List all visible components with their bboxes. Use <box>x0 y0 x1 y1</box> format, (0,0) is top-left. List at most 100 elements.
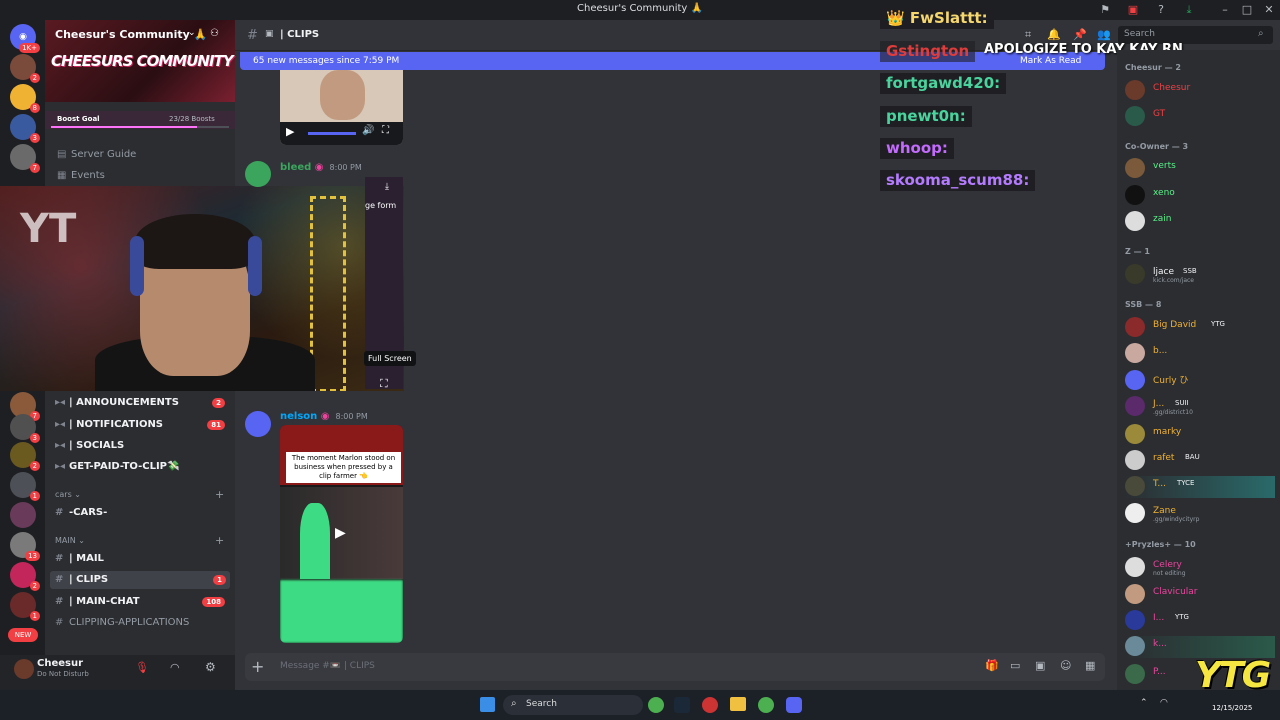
notification-bell-icon[interactable]: 🔔 <box>1047 28 1061 41</box>
message-time: 8:00 PM <box>335 412 368 421</box>
video-controls: ▶ 🔊 ⛶ <box>280 122 403 145</box>
events[interactable]: ▦ Events <box>57 167 105 185</box>
fullscreen-icon[interactable]: ⛶ <box>380 377 388 391</box>
channel-announcements[interactable]: ▸◂ | ANNOUNCEMENTS 2 <box>55 394 225 412</box>
server-guide[interactable]: ▤ Server Guide <box>57 146 136 164</box>
message-author[interactable]: nelson ◉ 8:00 PM <box>280 411 368 422</box>
user-name[interactable]: Cheesur <box>37 658 83 669</box>
volume-icon[interactable]: 🔊 <box>362 125 374 136</box>
member-name: I... <box>1153 613 1165 623</box>
settings-gear-icon[interactable]: ⚙ <box>205 660 216 674</box>
stream-chat-name: skooma_scum88: <box>886 171 1030 189</box>
tray-chevron-icon[interactable]: ⌃ <box>1140 698 1148 708</box>
taskbar: ⌕ Search ⌃ ◠ 12/15/2025 <box>0 690 1280 720</box>
avatar <box>1125 424 1145 444</box>
chevron-down-icon[interactable]: ⌄ <box>188 28 196 38</box>
new-messages-bar[interactable]: 65 new messages since 7:59 PM Mark As Re… <box>240 52 1105 70</box>
server-icon[interactable]: 1 <box>10 592 40 621</box>
member-name: Clavicular <box>1153 587 1198 597</box>
member-list-icon[interactable]: 👥 <box>1097 28 1111 41</box>
server-icon[interactable]: 2 <box>10 442 40 471</box>
member-name: verts <box>1153 161 1176 171</box>
file-explorer-icon[interactable] <box>730 697 746 711</box>
fullscreen-icon[interactable]: ⛶ <box>382 125 389 136</box>
new-server-badge[interactable]: NEW <box>8 628 38 642</box>
pin-icon[interactable]: 📌 <box>1073 28 1087 41</box>
message-time: 8:00 PM <box>329 163 362 172</box>
gif-icon[interactable]: ▭ <box>1010 659 1020 672</box>
avatar[interactable] <box>245 161 271 187</box>
server-icon[interactable]: 13 <box>10 532 40 561</box>
message-author[interactable]: bleed ◉ 8:00 PM <box>280 162 362 173</box>
video-progress-bar[interactable] <box>308 132 356 135</box>
chrome-icon[interactable] <box>648 697 664 713</box>
apps-icon[interactable]: ▦ <box>1085 659 1095 672</box>
channel-get-paid[interactable]: ▸◂ GET-PAID-TO-CLIP💸 <box>55 458 225 476</box>
channel-clips[interactable]: # | CLIPS 1 <box>50 571 230 589</box>
close-icon[interactable]: ✕ <box>1262 3 1276 17</box>
member-tag: YTG <box>1211 320 1225 328</box>
taskbar-search[interactable]: ⌕ Search <box>503 695 643 715</box>
server-icon[interactable]: 2 <box>10 562 40 591</box>
title-bar: Cheesur's Community 🙏 ⚑ ▣ ? ⤓ – □ ✕ <box>0 0 1280 20</box>
help-icon[interactable]: ? <box>1154 3 1168 17</box>
avatar[interactable] <box>14 659 34 679</box>
channel-label: | SOCIALS <box>69 440 125 451</box>
inbox-icon[interactable]: ⚑ <box>1098 3 1112 17</box>
mute-icon[interactable]: 🎙 <box>135 661 149 674</box>
server-home[interactable]: ◉ 1K+ <box>10 24 40 53</box>
wifi-icon[interactable]: ◠ <box>1160 698 1168 708</box>
server-icon[interactable]: 3 <box>10 414 40 443</box>
channel-cars[interactable]: # -CARS- <box>55 504 107 522</box>
maximize-icon[interactable]: □ <box>1240 3 1254 17</box>
channel-main-chat[interactable]: # | MAIN-CHAT 108 <box>55 593 225 611</box>
start-menu-icon[interactable] <box>480 697 495 712</box>
play-icon[interactable]: ▶ <box>286 125 294 138</box>
member-item[interactable]: T... TYCE <box>1125 476 1275 498</box>
add-attachment-icon[interactable]: + <box>251 657 264 676</box>
chrome-icon[interactable] <box>758 697 774 713</box>
channel-clipping-applications[interactable]: # CLIPPING-APPLICATIONS <box>55 614 225 632</box>
hash-icon: # <box>55 596 64 607</box>
download-icon[interactable]: ⤓ <box>385 182 389 192</box>
download-icon[interactable]: ⤓ <box>1182 3 1196 17</box>
server-icon[interactable] <box>10 502 36 528</box>
headphones-left <box>130 236 144 296</box>
server-name[interactable]: Cheesur's Community 🙏 <box>55 28 207 41</box>
discord-icon[interactable] <box>786 697 802 713</box>
headphones-icon[interactable]: ◠ <box>170 661 180 674</box>
server-icon[interactable]: 1 <box>10 472 40 501</box>
video-attachment[interactable]: The moment Marlon stood on business when… <box>280 425 403 643</box>
boost-goal[interactable]: Boost Goal 23/28 Boosts <box>45 111 235 129</box>
play-icon[interactable]: ▶ <box>335 525 346 541</box>
phone-icon: ▸◂ <box>55 440 66 451</box>
emoji-icon[interactable]: ☺ <box>1060 659 1071 672</box>
video-thumbnail-bottom <box>280 580 403 643</box>
server-icon[interactable]: 2 <box>10 54 40 83</box>
message-composer[interactable]: + Message #📼 | CLIPS 🎁 ▭ ▣ ☺ ▦ <box>245 653 1105 681</box>
sticker-icon[interactable]: ▣ <box>1035 659 1045 672</box>
server-icon[interactable]: 3 <box>10 114 40 143</box>
avatar[interactable] <box>245 411 271 437</box>
category-cars[interactable]: cars ⌄ <box>55 486 81 504</box>
add-channel-icon[interactable]: + <box>215 488 224 501</box>
stream-chat-name: pnewt0n: <box>886 107 966 125</box>
member-name: J... <box>1153 399 1165 409</box>
video-attachment[interactable]: ▶ 🔊 ⛶ <box>280 70 403 145</box>
channel-socials[interactable]: ▸◂ | SOCIALS <box>55 437 225 455</box>
add-channel-icon[interactable]: + <box>215 534 224 547</box>
server-icon[interactable]: 7 <box>10 144 40 173</box>
server-icon[interactable]: 8 <box>10 84 40 113</box>
app-icon[interactable] <box>702 697 718 713</box>
channel-mail[interactable]: # | MAIL <box>55 550 225 568</box>
steam-icon[interactable] <box>674 697 690 713</box>
channel-notifications[interactable]: ▸◂ | NOTIFICATIONS 81 <box>55 416 225 434</box>
help-icon-red[interactable]: ▣ <box>1126 3 1140 17</box>
minimize-icon[interactable]: – <box>1218 3 1232 17</box>
category-main[interactable]: MAIN ⌄ <box>55 532 85 550</box>
gift-icon[interactable]: 🎁 <box>985 659 999 672</box>
threads-icon[interactable]: ⌗ <box>1025 28 1031 42</box>
rail-badge: 13 <box>25 551 40 561</box>
video-thumbnail-hands <box>320 70 365 120</box>
invite-icon[interactable]: ⚇ <box>210 28 219 39</box>
